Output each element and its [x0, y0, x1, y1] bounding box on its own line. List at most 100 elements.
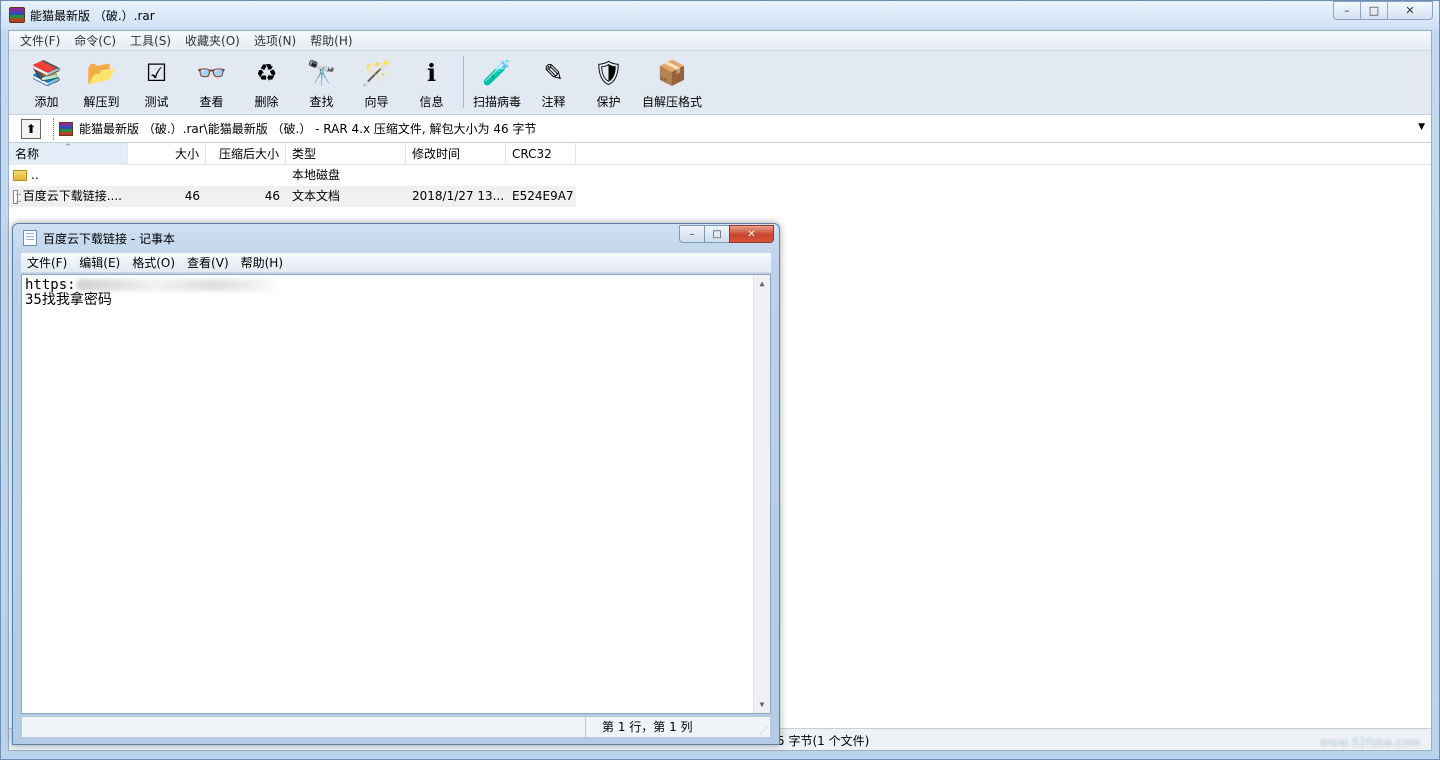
virus-scan-button[interactable]: 🧪 扫描病毒 — [468, 54, 526, 112]
menu-favorites[interactable]: 收藏夹(O) — [178, 31, 247, 51]
cell-crc — [506, 165, 576, 186]
notepad-minimize-button[interactable]: – — [679, 225, 705, 243]
cell-type: 文本文档 — [286, 186, 406, 207]
notepad-app-icon — [23, 230, 37, 246]
row-name: 百度云下载链接.... — [22, 189, 122, 203]
table-row[interactable]: 百度云下载链接.... 46 46 文本文档 2018/1/27 13... E… — [9, 186, 1431, 207]
np-menu-file[interactable]: 文件(F) — [21, 253, 73, 273]
menu-tools[interactable]: 工具(S) — [123, 31, 178, 51]
scroll-down-icon[interactable]: ▼ — [754, 696, 770, 713]
protect-icon: 🛡 — [593, 59, 624, 87]
find-icon: 🔭 — [306, 59, 337, 87]
np-menu-edit[interactable]: 编辑(E) — [73, 253, 126, 273]
notepad-title: 百度云下载链接 - 记事本 — [43, 231, 175, 246]
blurred-redaction — [75, 279, 276, 291]
cell-size — [128, 165, 206, 186]
cell-modified: 2018/1/27 13... — [406, 186, 506, 207]
add-button[interactable]: 📚 添加 — [19, 54, 74, 112]
notepad-maximize-button[interactable]: □ — [704, 225, 730, 243]
sfx-icon: 📦 — [657, 59, 687, 87]
winrar-app-icon — [9, 7, 25, 23]
view-label: 查看 — [199, 95, 224, 109]
column-name[interactable]: ⌃ 名称 — [9, 143, 128, 165]
notepad-text-area[interactable]: https: 35找我拿密码 ▲ ▼ — [21, 274, 771, 714]
close-button[interactable]: ✕ — [1387, 1, 1433, 20]
address-grip — [53, 117, 57, 140]
column-size[interactable]: 大小 — [128, 143, 206, 165]
cell-name: 百度云下载链接.... — [9, 186, 128, 207]
add-label: 添加 — [34, 95, 59, 109]
add-archive-icon: 📚 — [31, 59, 62, 87]
np-menu-view[interactable]: 查看(V) — [181, 253, 235, 273]
sfx-label: 自解压格式 — [641, 95, 702, 109]
test-icon: ☑ — [145, 59, 168, 87]
virus-scan-icon: 🧪 — [482, 59, 512, 87]
resize-grip-icon[interactable]: ⋰ — [760, 726, 768, 735]
cell-packed-size — [206, 165, 286, 186]
wizard-button[interactable]: 🪄 向导 — [349, 54, 404, 112]
find-label: 查找 — [309, 95, 334, 109]
menu-options[interactable]: 选项(N) — [247, 31, 303, 51]
status-text: 5 字节(1 个文件) — [777, 734, 870, 748]
delete-label: 删除 — [254, 95, 279, 109]
delete-button[interactable]: ♻ 删除 — [239, 54, 294, 112]
maximize-icon: □ — [712, 228, 722, 240]
archive-icon — [59, 121, 73, 136]
comment-label: 注释 — [541, 95, 566, 109]
wizard-icon: 🪄 — [361, 59, 392, 87]
cell-size: 46 — [128, 186, 206, 207]
column-modified[interactable]: 修改时间 — [406, 143, 506, 165]
notepad-close-button[interactable]: ✕ — [729, 225, 774, 243]
chevron-down-icon[interactable]: ▼ — [1418, 122, 1425, 132]
watermark: www.52fzba.com — [1320, 736, 1421, 749]
minimize-button[interactable]: – — [1333, 1, 1361, 20]
minimize-icon: – — [1344, 4, 1350, 17]
caption-buttons: – □ ✕ — [1333, 1, 1433, 20]
info-icon: ℹ — [426, 59, 437, 87]
wizard-label: 向导 — [364, 95, 389, 109]
test-button[interactable]: ☑ 测试 — [129, 54, 184, 112]
cell-modified — [406, 165, 506, 186]
notepad-statusbar: 第 1 行，第 1 列 ⋰ — [21, 716, 771, 738]
find-button[interactable]: 🔭 查找 — [294, 54, 349, 112]
view-button[interactable]: 👓 查看 — [184, 54, 239, 112]
maximize-button[interactable]: □ — [1360, 1, 1388, 20]
table-row[interactable]: .. 本地磁盘 — [9, 165, 1431, 186]
extract-to-button[interactable]: 📂 解压到 — [74, 54, 129, 112]
text-line: https: — [25, 278, 770, 293]
url-text: https: — [25, 277, 76, 293]
row-name: .. — [31, 168, 39, 182]
menu-file[interactable]: 文件(F) — [13, 31, 67, 51]
notepad-titlebar[interactable]: 百度云下载链接 - 记事本 – □ ✕ — [13, 224, 779, 252]
winrar-titlebar[interactable]: 能猫最新版 （破.）.rar – □ ✕ — [1, 1, 1439, 29]
file-list-header: ⌃ 名称 大小 压缩后大小 类型 修改时间 CRC32 — [9, 143, 1431, 165]
comment-button[interactable]: ✎ 注释 — [526, 54, 581, 112]
protect-button[interactable]: 🛡 保护 — [581, 54, 636, 112]
notepad-menubar: 文件(F) 编辑(E) 格式(O) 查看(V) 帮助(H) — [21, 253, 771, 273]
view-icon: 👓 — [196, 59, 227, 87]
column-crc32[interactable]: CRC32 — [506, 143, 576, 165]
menu-commands[interactable]: 命令(C) — [67, 31, 123, 51]
sfx-button[interactable]: 📦 自解压格式 — [636, 54, 708, 112]
cell-crc: E524E9A7 — [506, 186, 576, 207]
up-arrow-icon: ⬆ — [25, 121, 37, 136]
address-bar[interactable]: ⬆ 能猫最新版 （破.）.rar\能猫最新版 （破.） - RAR 4.x 压缩… — [9, 115, 1431, 143]
np-menu-format[interactable]: 格式(O) — [126, 253, 181, 273]
winrar-toolbar: 📚 添加 📂 解压到 ☑ 测试 👓 查看 ♻ 删除 🔭 查找 🪄 向导 ℹ 信息… — [9, 51, 1431, 115]
vertical-scrollbar[interactable]: ▲ ▼ — [753, 275, 770, 713]
extract-to-label: 解压到 — [83, 95, 120, 109]
cell-name: .. — [9, 165, 128, 186]
text-line: 35找我拿密码 — [25, 292, 112, 308]
cell-type: 本地磁盘 — [292, 168, 341, 182]
np-menu-help[interactable]: 帮助(H) — [235, 253, 289, 273]
up-folder-button[interactable]: ⬆ — [21, 118, 41, 139]
menu-help[interactable]: 帮助(H) — [303, 31, 359, 51]
column-type[interactable]: 类型 — [286, 143, 406, 165]
column-packed-size[interactable]: 压缩后大小 — [206, 143, 286, 165]
sort-ascending-icon: ⌃ — [64, 143, 72, 153]
winrar-menubar: 文件(F) 命令(C) 工具(S) 收藏夹(O) 选项(N) 帮助(H) — [9, 31, 1431, 51]
scroll-up-icon[interactable]: ▲ — [754, 275, 770, 292]
cursor-position: 第 1 行，第 1 列 — [585, 717, 765, 737]
close-icon: ✕ — [1405, 4, 1415, 17]
info-button[interactable]: ℹ 信息 — [404, 54, 459, 112]
